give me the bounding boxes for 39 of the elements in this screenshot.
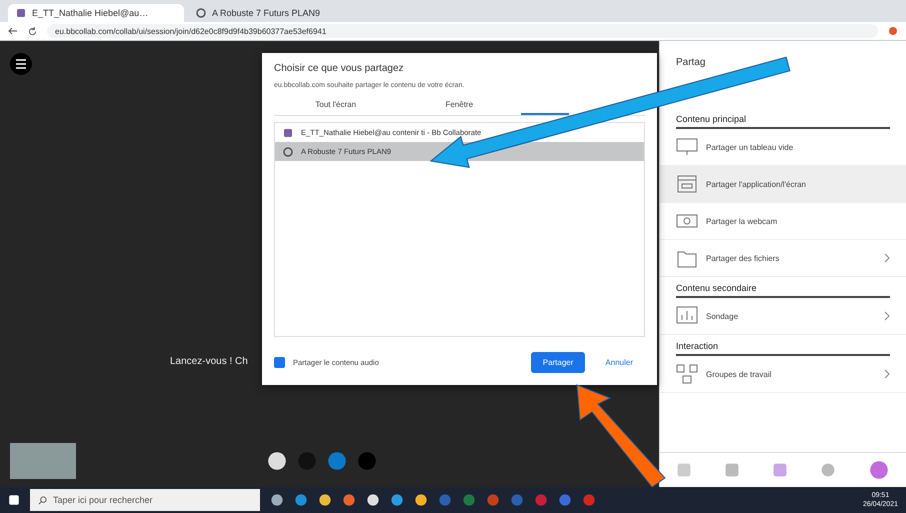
option-label: Partager la webcam xyxy=(706,216,778,226)
reload-icon[interactable] xyxy=(28,26,37,36)
dialog-button[interactable]: Partager xyxy=(530,352,586,372)
option-label: Sondage xyxy=(706,312,740,320)
window-icon xyxy=(676,175,698,193)
app-icon[interactable] xyxy=(366,493,380,507)
option-label: Partager l'application/l'écran xyxy=(706,180,807,188)
address-field[interactable]: eu.bbcollab.com/collab/ui/session/join/d62e0c8f9d9f4b39b60377ae53ef6941 xyxy=(47,24,878,38)
chevron-icon xyxy=(884,311,890,321)
share-option[interactable]: Partager l'application/l'écran xyxy=(660,166,906,203)
option-label: Groupes de travail xyxy=(706,370,772,378)
share-tab[interactable]: Tout l'écran xyxy=(274,97,398,115)
option-label: Partager un tableau vide xyxy=(706,142,794,152)
tab-square-icon xyxy=(16,8,26,18)
app-icon[interactable] xyxy=(414,493,428,507)
share-tab[interactable]: Fenêtre xyxy=(398,97,521,115)
app-icon[interactable] xyxy=(318,493,332,507)
menu-icon[interactable] xyxy=(10,53,32,75)
webcam-placeholder xyxy=(10,443,76,479)
source-square-icon xyxy=(283,128,293,138)
taskbar-search-field[interactable]: Taper ici pour rechercher xyxy=(30,489,260,511)
dialog-title: Choisir ce que vous partagez xyxy=(274,63,405,74)
search-icon xyxy=(38,496,47,504)
app-icon[interactable] xyxy=(390,493,404,507)
chevron-icon xyxy=(884,369,890,379)
chart-icon xyxy=(676,306,698,326)
panel-title: Partag xyxy=(675,56,706,70)
browser-tab[interactable]: A Robuste 7 Futurs PLAN9 xyxy=(188,4,364,22)
browser-tab[interactable]: E_TT_Nathalie Hiebel@au… xyxy=(8,4,184,22)
welcome-text: Lancez-vous ! Ch xyxy=(170,356,248,367)
back-icon[interactable] xyxy=(8,27,18,35)
app-icon[interactable] xyxy=(270,493,284,507)
chevron-icon xyxy=(884,253,890,263)
search-placeholder: Taper ici pour rechercher xyxy=(53,495,153,505)
audio-checkbox[interactable] xyxy=(274,356,285,368)
app-icon[interactable] xyxy=(342,493,356,507)
option-label: Partager des fichiers xyxy=(706,254,780,262)
dialog-button[interactable]: Annuler xyxy=(593,352,645,372)
whiteboard-icon xyxy=(676,138,698,156)
